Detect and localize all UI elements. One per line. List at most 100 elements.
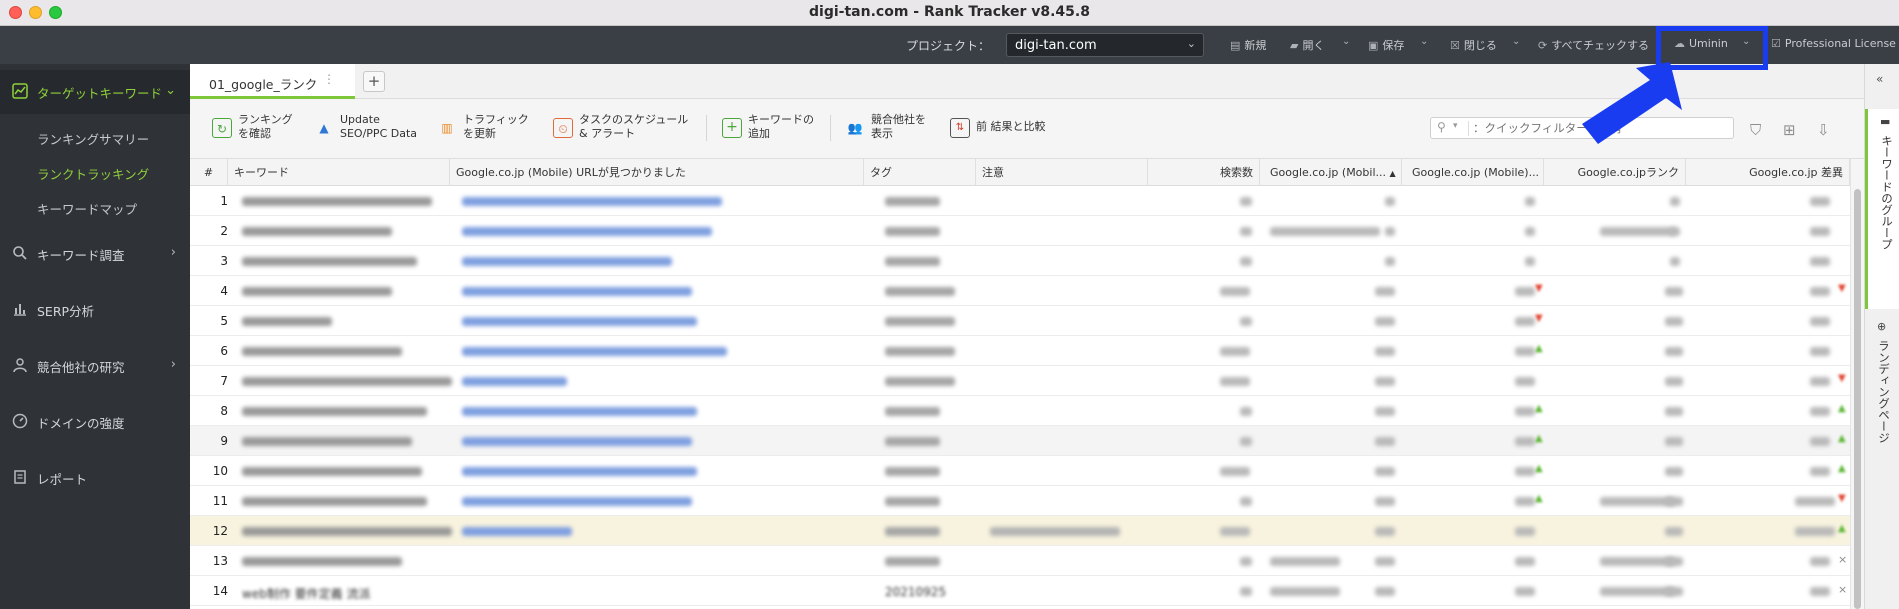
open-project-button[interactable]: ▰ 開く bbox=[1290, 37, 1324, 53]
more-vertical-icon[interactable]: ⋮ bbox=[323, 72, 335, 86]
table-row[interactable]: 3 bbox=[190, 246, 1850, 276]
sidebar-item-domain-strength[interactable]: ドメインの強度 bbox=[0, 400, 190, 444]
mobile-rank-cell bbox=[1375, 587, 1395, 596]
column-header-note[interactable]: 注意 bbox=[976, 159, 1148, 186]
chevron-right-icon: › bbox=[170, 357, 176, 372]
volume-cell bbox=[1220, 467, 1250, 476]
tab-01-google-rank[interactable]: 01_google_ランク ⋮ bbox=[190, 64, 355, 99]
row-number: 13 bbox=[212, 554, 228, 568]
sidebar-subitem-keyword-map[interactable]: キーワードマップ bbox=[37, 199, 137, 218]
tab-keyword-groups[interactable]: ▬ キーワードのグループ bbox=[1865, 109, 1899, 309]
mobile-rank-cell bbox=[1375, 317, 1395, 326]
table-row[interactable]: 11 ▲ ▼ bbox=[190, 486, 1850, 516]
refresh-icon: ⟳ bbox=[1538, 39, 1548, 52]
add-keywords-button[interactable]: + キーワードの 追加 bbox=[722, 111, 822, 145]
mobile-rank-cell bbox=[1270, 557, 1340, 566]
rank-cell bbox=[1665, 287, 1683, 296]
ads-icon: ▲ bbox=[319, 121, 329, 135]
rank-up-icon: ▲ bbox=[1535, 493, 1543, 504]
save-project-button[interactable]: ▣ 保存 bbox=[1368, 37, 1404, 53]
sort-ascending-icon: ▲ bbox=[1389, 169, 1396, 178]
table-row[interactable]: 4 ▼ ▼ bbox=[190, 276, 1850, 306]
sidebar-item-label: SERP分析 bbox=[37, 304, 95, 319]
close-project-button[interactable]: ☒ 閉じる bbox=[1450, 37, 1497, 53]
sidebar-item-keyword-research[interactable]: キーワード調査 › bbox=[0, 232, 190, 276]
rank-up-icon: ▲ bbox=[1838, 433, 1846, 444]
table-row[interactable]: 6 ▲ bbox=[190, 336, 1850, 366]
table-row[interactable]: 14 web制作 要件定義 流派 20210925 × bbox=[190, 576, 1850, 606]
button-label: 前 結果と比較 bbox=[976, 120, 1046, 133]
schedule-tasks-button[interactable]: ⏲ タスクのスケジュール & アラート bbox=[553, 111, 693, 145]
table-row[interactable]: 12 ▲ bbox=[190, 516, 1850, 546]
tag-cell bbox=[885, 467, 940, 476]
save-menu-chevron-icon[interactable]: ⌄ bbox=[1420, 36, 1428, 47]
tag-cell: 20210925 bbox=[885, 585, 947, 599]
tag-cell bbox=[885, 557, 940, 566]
table-row[interactable]: 13 × bbox=[190, 546, 1850, 576]
vertical-scrollbar[interactable] bbox=[1850, 159, 1864, 609]
table-row[interactable]: 2 bbox=[190, 216, 1850, 246]
keyword-cell bbox=[242, 287, 392, 296]
sidebar-subitem-ranking-summary[interactable]: ランキングサマリー bbox=[37, 129, 149, 148]
show-competitors-button[interactable]: 👥 競合他社を 表示 bbox=[845, 111, 935, 145]
rank-up-icon: ▲ bbox=[1535, 463, 1543, 474]
volume-cell bbox=[1240, 257, 1252, 266]
table-row[interactable]: 8 ▲ ▲ bbox=[190, 396, 1850, 426]
add-tab-button[interactable]: + bbox=[363, 71, 385, 92]
tag-cell bbox=[885, 377, 955, 386]
volume-cell bbox=[1240, 497, 1252, 506]
column-header-rank[interactable]: Google.co.jpランク bbox=[1544, 159, 1686, 186]
scrollbar-thumb[interactable] bbox=[1854, 189, 1861, 609]
mobile-diff-cell bbox=[1525, 257, 1535, 266]
new-project-button[interactable]: ▤ 新規 bbox=[1230, 37, 1266, 53]
open-menu-chevron-icon[interactable]: ⌄ bbox=[1342, 36, 1350, 47]
button-label: を確認 bbox=[238, 127, 271, 140]
sidebar: ターゲットキーワード ⌄ ランキングサマリー ランクトラッキング キーワードマッ… bbox=[0, 64, 190, 609]
table-row[interactable]: 5 ▼ bbox=[190, 306, 1850, 336]
diff-cell bbox=[1810, 377, 1830, 386]
column-header-mobile-rank[interactable]: Google.co.jp (Mobil... ▲ bbox=[1260, 159, 1402, 186]
column-header-diff[interactable]: Google.co.jp 差異 bbox=[1686, 159, 1850, 186]
check-all-button[interactable]: ⟳ すべてチェックする bbox=[1538, 37, 1649, 53]
close-menu-chevron-icon[interactable]: ⌄ bbox=[1512, 36, 1520, 47]
rank-down-icon: ▼ bbox=[1838, 373, 1846, 384]
folder-icon: ▬ bbox=[1880, 115, 1891, 128]
tag-cell bbox=[885, 227, 940, 236]
update-traffic-button[interactable]: ▥ トラフィック を更新 bbox=[437, 111, 528, 145]
volume-cell bbox=[1240, 557, 1252, 566]
sidebar-item-target-keywords[interactable]: ターゲットキーワード ⌄ bbox=[0, 70, 190, 114]
check-rankings-button[interactable]: ↻ ランキング を確認 bbox=[212, 111, 294, 145]
column-header-tag[interactable]: タグ bbox=[864, 159, 976, 186]
table-row[interactable]: 9 ▲ ▲ bbox=[190, 426, 1850, 456]
filter-icon[interactable]: ⛉ bbox=[1750, 121, 1761, 139]
table-row[interactable]: 7 ▼ bbox=[190, 366, 1850, 396]
column-header-keyword[interactable]: キーワード bbox=[228, 159, 450, 186]
column-header-num[interactable]: # bbox=[190, 159, 228, 186]
chevron-down-icon: ▾ bbox=[1453, 121, 1458, 131]
rank-cell bbox=[1665, 527, 1683, 536]
compare-results-button[interactable]: ⇅ 前 結果と比較 bbox=[950, 111, 1070, 145]
rank-cell bbox=[1665, 317, 1683, 326]
license-button[interactable]: ☑ Professional License bbox=[1771, 37, 1896, 50]
column-header-url[interactable]: Google.co.jp (Mobile) URLが見つかりました bbox=[450, 159, 864, 186]
column-header-mobile-diff[interactable]: Google.co.jp (Mobile)... bbox=[1402, 159, 1544, 186]
grid-view-icon[interactable]: ⊞ bbox=[1783, 121, 1796, 139]
double-chevron-left-icon[interactable]: « bbox=[1876, 72, 1883, 86]
schedule-icon: ⏲ bbox=[553, 118, 573, 138]
project-select[interactable]: digi-tan.com ⌄ bbox=[1006, 33, 1204, 57]
table-row[interactable]: 10 ▲ ▲ bbox=[190, 456, 1850, 486]
row-number: 11 bbox=[212, 494, 228, 508]
export-icon[interactable]: ⇩ bbox=[1817, 121, 1830, 139]
table-row[interactable]: 1 bbox=[190, 186, 1850, 216]
tab-landing-pages[interactable]: ⊕ ランディングページ bbox=[1865, 314, 1899, 489]
sidebar-subitem-rank-tracking[interactable]: ランクトラッキング bbox=[37, 164, 149, 183]
sidebar-item-reports[interactable]: レポート bbox=[0, 456, 190, 500]
rank-cell bbox=[1600, 497, 1675, 506]
sidebar-item-competitors[interactable]: 競合他社の研究 › bbox=[0, 344, 190, 388]
rank-down-icon: ▼ bbox=[1838, 283, 1846, 294]
sidebar-item-serp[interactable]: SERP分析 bbox=[0, 288, 190, 332]
mobile-diff-cell bbox=[1525, 197, 1535, 206]
rank-down-icon: ▼ bbox=[1535, 313, 1543, 324]
column-header-volume[interactable]: 検索数 bbox=[1148, 159, 1260, 186]
update-seo-ppc-button[interactable]: ▲ Update SEO/PPC Data bbox=[314, 111, 424, 145]
